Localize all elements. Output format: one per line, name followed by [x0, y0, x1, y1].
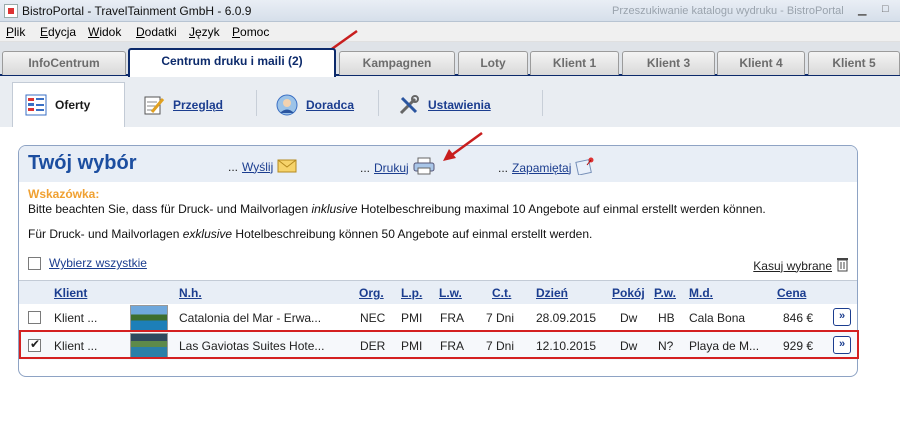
selected-row-highlight: [19, 330, 859, 359]
subtab-ustawienia[interactable]: Ustawienia: [398, 82, 491, 127]
select-all-link[interactable]: Wybierz wszystkie: [49, 256, 147, 270]
background-window-title: Przeszukiwanie katalogu wydruku - Bistro…: [612, 5, 844, 17]
hint-line-2-em: exklusive: [182, 227, 233, 241]
print-prefix: ...: [360, 160, 371, 175]
col-dzien[interactable]: Dzień: [536, 286, 568, 300]
subtab-doradca[interactable]: Doradca: [276, 82, 354, 127]
hint-label: Wskazówka:: [28, 187, 100, 201]
pin-note-icon: [575, 157, 595, 178]
hotel-thumbnail: [130, 305, 168, 331]
table-header: Klient N.h. Org. L.p. L.w. C.t. Dzień Po…: [19, 280, 857, 304]
print-action[interactable]: ... Drukuj: [360, 157, 435, 178]
cell-lw: FRA: [440, 311, 464, 325]
clear-selected-link[interactable]: Kasuj wybrane: [753, 259, 832, 273]
cell-dzien: 28.09.2015: [536, 311, 597, 325]
hint-line-2: Für Druck- und Mailvorlagen exklusive Ho…: [28, 227, 592, 241]
menu-jezyk[interactable]: Język: [189, 25, 220, 39]
printer-icon: [413, 157, 435, 178]
col-lp[interactable]: L.p.: [401, 286, 422, 300]
cell-lp: PMI: [401, 311, 423, 325]
send-action[interactable]: ... Wyślij: [228, 157, 297, 176]
col-pokoj[interactable]: Pokój: [612, 286, 645, 300]
title-bar: BistroPortal - TravelTainment GmbH - 6.0…: [0, 0, 900, 22]
menu-edycja[interactable]: Edycja: [40, 25, 76, 39]
hint-line-1: Bitte beachten Sie, dass für Druck- und …: [28, 202, 766, 216]
window-title: BistroPortal - TravelTainment GmbH - 6.0…: [22, 4, 252, 18]
offers-list-icon: [25, 94, 47, 116]
subtab-oferty-label: Oferty: [55, 98, 91, 112]
panel-title: Twój wybór: [28, 152, 137, 174]
cell-klient: Klient ...: [54, 311, 98, 325]
open-offer-button[interactable]: »: [833, 308, 851, 326]
envelope-icon: [277, 157, 297, 176]
cell-org: NEC: [360, 311, 386, 325]
col-ct[interactable]: C.t.: [492, 286, 511, 300]
hint-line-2-b: Hotelbeschreibung können 50 Angebote auf…: [232, 227, 593, 241]
col-org[interactable]: Org.: [359, 286, 384, 300]
remember-action[interactable]: ... Zapamiętaj: [498, 157, 595, 178]
print-link[interactable]: Drukuj: [374, 161, 409, 175]
menu-plik[interactable]: Plik: [6, 25, 25, 39]
subtab-separator: [256, 90, 257, 116]
select-all-row: Wybierz wszystkie: [28, 256, 147, 270]
send-prefix: ...: [228, 159, 239, 174]
menu-bar: Plik Edycja Widok Dodatki Język Pomoc: [0, 22, 900, 42]
tab-klient-5[interactable]: Klient 5: [808, 51, 900, 75]
panel-header: Twój wybór ... Wyślij ... Drukuj ... Zap…: [19, 146, 857, 182]
subtab-przeglad-label: Przegląd: [173, 97, 224, 112]
tab-loty[interactable]: Loty: [458, 51, 528, 75]
subtab-separator: [378, 90, 379, 116]
advisor-person-icon: [276, 94, 298, 116]
remember-prefix: ...: [498, 160, 509, 175]
minimize-button[interactable]: ▁: [858, 3, 866, 16]
trash-icon[interactable]: [836, 256, 849, 275]
maximize-button[interactable]: □: [882, 3, 889, 15]
subtab-przeglad[interactable]: Przegląd: [143, 82, 223, 127]
col-klient[interactable]: Klient: [54, 286, 87, 300]
tab-klient-4[interactable]: Klient 4: [717, 51, 805, 75]
col-hotel[interactable]: N.h.: [179, 286, 202, 300]
notepad-pencil-icon: [143, 94, 165, 116]
tab-klient-1[interactable]: Klient 1: [530, 51, 619, 75]
app-icon: [4, 4, 18, 18]
subtab-separator: [542, 90, 543, 116]
tab-centrum-druku[interactable]: Centrum druku i maili (2): [128, 48, 336, 77]
cell-pokoj: Dw: [620, 311, 638, 325]
menu-dodatki[interactable]: Dodatki: [136, 25, 177, 39]
menu-widok[interactable]: Widok: [88, 25, 121, 39]
hint-line-1-b: Hotelbeschreibung maximal 10 Angebote au…: [357, 202, 766, 216]
subtab-oferty[interactable]: Oferty: [12, 82, 125, 127]
tab-infocentrum[interactable]: InfoCentrum: [2, 51, 126, 75]
cell-md: Cala Bona: [689, 311, 746, 325]
hint-line-1-a: Bitte beachten Sie, dass für Druck- und …: [28, 202, 312, 216]
row-checkbox[interactable]: [28, 311, 41, 324]
cell-cena: 846 €: [783, 311, 814, 325]
col-lw[interactable]: L.w.: [439, 286, 462, 300]
col-pw[interactable]: P.w.: [654, 286, 676, 300]
main-tabs-bar: InfoCentrum Centrum druku i maili (2) Ka…: [0, 42, 900, 77]
annotation-arrow-icon: [443, 131, 483, 161]
subtab-doradca-label: Doradca: [306, 97, 355, 112]
remember-link[interactable]: Zapamiętaj: [512, 161, 571, 175]
hint-line-1-em: inklusive: [311, 202, 358, 216]
sub-tabs-bar: Oferty Przegląd Doradca Ustawienia: [0, 76, 900, 127]
subtab-ustawienia-label: Ustawienia: [428, 97, 491, 112]
cell-ct: 7 Dni: [486, 311, 515, 325]
cell-pw: HB: [658, 311, 675, 325]
table-row[interactable]: Klient ... Catalonia del Mar - Erwa... N…: [19, 304, 857, 332]
tab-klient-3[interactable]: Klient 3: [622, 51, 715, 75]
clear-selected-row: Kasuj wybrane: [753, 256, 849, 275]
send-link[interactable]: Wyślij: [242, 160, 273, 174]
select-all-checkbox[interactable]: [28, 256, 41, 270]
cell-hotel: Catalonia del Mar - Erwa...: [179, 311, 322, 325]
col-cena[interactable]: Cena: [777, 286, 806, 300]
hint-line-2-a: Für Druck- und Mailvorlagen: [28, 227, 183, 241]
col-md[interactable]: M.d.: [689, 286, 713, 300]
tools-icon: [398, 94, 420, 116]
menu-pomoc[interactable]: Pomoc: [232, 25, 269, 39]
